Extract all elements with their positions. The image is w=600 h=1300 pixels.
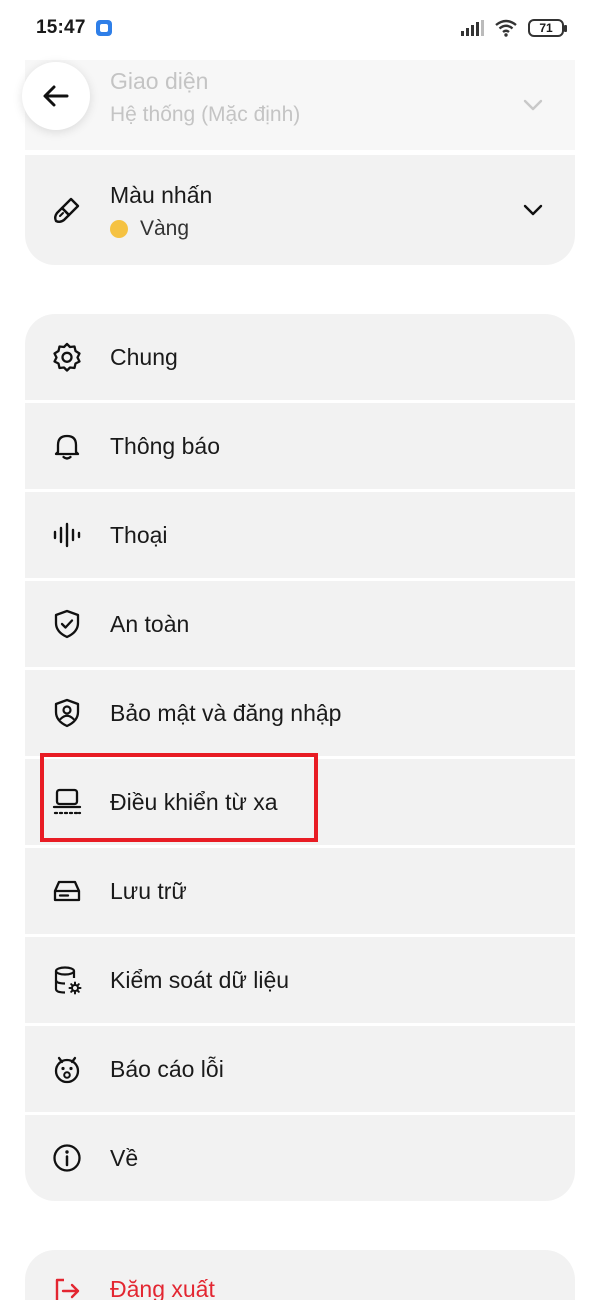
storage-drive-icon — [51, 875, 83, 907]
menu-item-safety[interactable]: An toàn — [25, 581, 575, 667]
logout-label: Đăng xuất — [110, 1276, 215, 1300]
menu-item-storage[interactable]: Lưu trữ — [25, 848, 575, 934]
battery-icon: 71 — [528, 19, 567, 37]
menu-item-label: Kiểm soát dữ liệu — [110, 966, 290, 993]
database-settings-icon — [51, 964, 83, 996]
menu-item-label: Thoại — [110, 521, 168, 548]
menu-item-label: Lưu trữ — [110, 877, 187, 904]
arrow-left-icon — [43, 85, 69, 107]
menu-item-voice[interactable]: Thoại — [25, 492, 575, 578]
bell-icon — [51, 430, 83, 462]
signal-icon — [461, 20, 484, 36]
shield-check-icon — [51, 608, 83, 640]
menu-item-label: Về — [110, 1144, 139, 1171]
bug-icon — [51, 1053, 83, 1085]
menu-item-label: An toàn — [110, 610, 190, 637]
accent-value: Vàng — [140, 217, 190, 240]
status-bar: 15:47 71 — [0, 0, 600, 56]
menu-item-security[interactable]: Bảo mật và đăng nhập — [25, 670, 575, 756]
accent-value-group: Vàng — [110, 217, 189, 241]
app-notification-icon — [95, 20, 112, 36]
accent-color-swatch — [110, 220, 128, 238]
battery-level: 71 — [539, 21, 553, 35]
accent-title: Màu nhấn — [110, 182, 213, 208]
paintbrush-icon — [51, 194, 83, 226]
status-time: 15:47 — [36, 17, 86, 38]
gear-icon — [51, 341, 83, 373]
wifi-icon — [495, 19, 517, 37]
voice-waveform-icon — [51, 519, 83, 551]
menu-item-data-control[interactable]: Kiểm soát dữ liệu — [25, 937, 575, 1023]
info-icon — [51, 1142, 83, 1174]
back-button[interactable] — [22, 62, 90, 130]
accent-color-selector[interactable]: Màu nhấn Vàng — [25, 155, 575, 265]
highlight-annotation-box — [40, 753, 318, 842]
logout-icon — [51, 1275, 83, 1300]
menu-item-general[interactable]: Chung — [25, 314, 575, 400]
chevron-down-icon — [523, 204, 543, 216]
chevron-down-icon — [523, 99, 543, 111]
appearance-value: Hệ thống (Mặc định) — [110, 103, 301, 126]
menu-item-label: Bảo mật và đăng nhập — [110, 699, 342, 726]
menu-item-label: Chung — [110, 343, 178, 370]
shield-user-icon — [51, 697, 83, 729]
appearance-selector[interactable]: Giao diện Hệ thống (Mặc định) — [25, 60, 575, 150]
menu-item-notifications[interactable]: Thông báo — [25, 403, 575, 489]
appearance-title: Giao diện — [110, 68, 209, 94]
menu-item-bug-report[interactable]: Báo cáo lỗi — [25, 1026, 575, 1112]
menu-item-label: Báo cáo lỗi — [110, 1055, 224, 1082]
menu-item-label: Thông báo — [110, 432, 220, 459]
logout-button[interactable]: Đăng xuất — [25, 1250, 575, 1300]
menu-item-about[interactable]: Về — [25, 1115, 575, 1201]
